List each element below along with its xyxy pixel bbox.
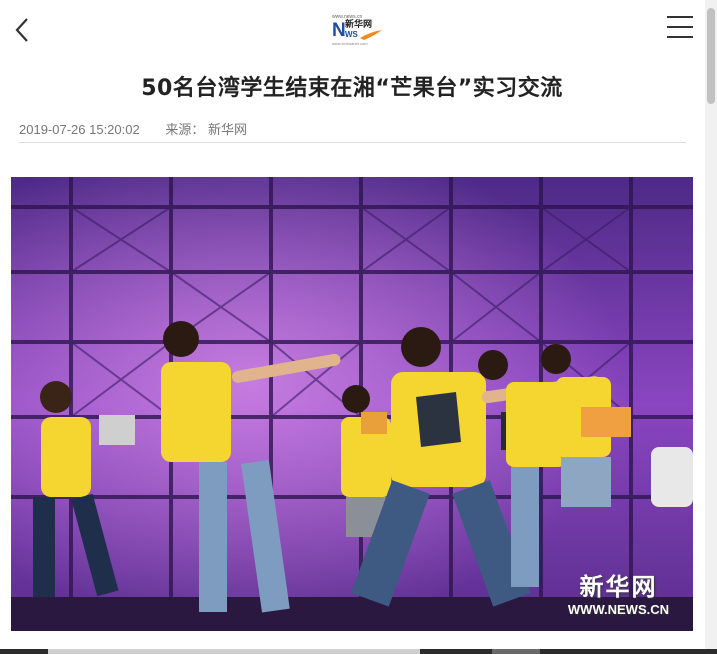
xinhua-logo[interactable]: www.news.cn N 新华网 WS www.xinhuanet.com (330, 12, 384, 48)
top-bar: www.news.cn N 新华网 WS www.xinhuanet.com (0, 0, 717, 60)
bottom-strip-segment (492, 649, 540, 654)
article-source: 来源： 新华网 (165, 122, 247, 137)
article-photo[interactable]: 新华网 WWW.NEWS.CN (11, 177, 693, 631)
scrollbar-thumb[interactable] (707, 8, 715, 104)
logo-name: 新华网 (345, 18, 372, 30)
divider (19, 142, 686, 143)
hamburger-menu-icon (667, 16, 693, 38)
article-title: 50名台湾学生结束在湘“芒果台”实习交流 (141, 76, 563, 101)
logo-sub-text: www.xinhuanet.com (332, 41, 368, 46)
svg-text:WS: WS (345, 30, 359, 39)
watermark-cn: 新华网 (579, 573, 658, 601)
article-meta: 2019-07-26 15:20:02 来源： 新华网 (19, 119, 247, 138)
xinhua-logo-graphic: www.news.cn N 新华网 WS www.xinhuanet.com (332, 14, 382, 46)
watermark-url: WWW.NEWS.CN (567, 602, 669, 617)
article-datetime: 2019-07-26 15:20:02 (19, 122, 140, 137)
bottom-strip-segment (48, 649, 420, 654)
bottom-strip (0, 649, 717, 654)
menu-button[interactable] (667, 16, 693, 42)
chevron-left-icon (15, 18, 28, 42)
svg-text:N: N (332, 20, 346, 41)
back-button[interactable] (10, 16, 34, 44)
scrollbar[interactable] (705, 0, 717, 654)
photo-watermark: 新华网 WWW.NEWS.CN (568, 567, 669, 617)
stage-performance-image (11, 177, 693, 631)
